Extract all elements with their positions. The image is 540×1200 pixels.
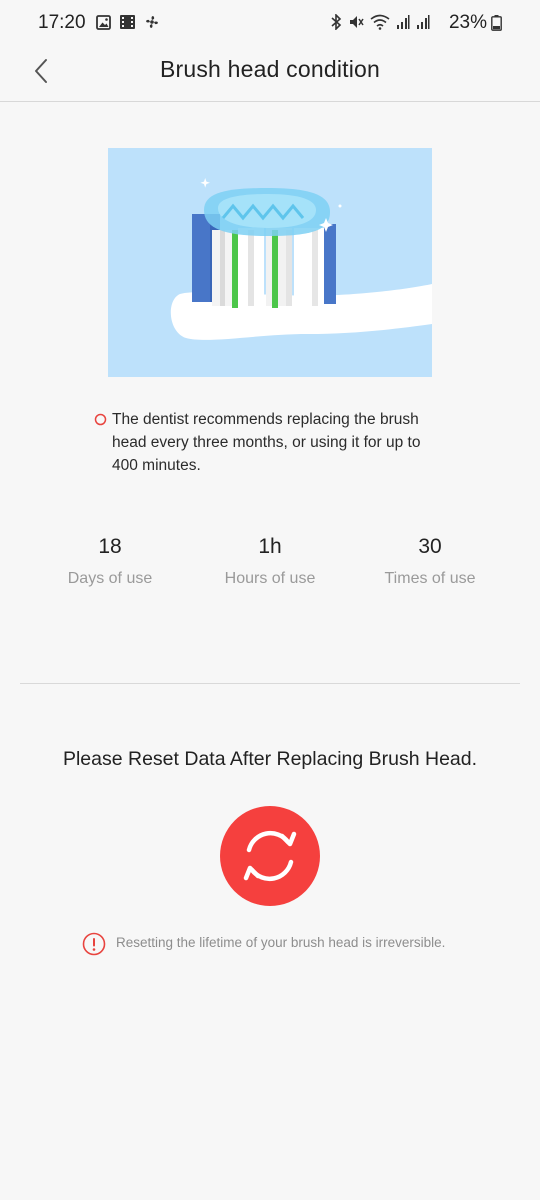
battery-percentage: 23% — [448, 12, 487, 33]
reset-prompt: Please Reset Data After Replacing Brush … — [62, 748, 478, 770]
circle-bullet-icon — [94, 413, 107, 426]
video-icon — [120, 15, 135, 29]
bluetooth-icon — [331, 14, 342, 30]
status-right-icons — [330, 14, 430, 30]
divider — [20, 683, 520, 684]
stat-label: Hours of use — [224, 570, 316, 587]
app-header: Brush head condition — [0, 46, 540, 102]
signal-icon — [397, 15, 410, 29]
stat-value: 1h — [258, 535, 282, 558]
reset-warning: Resetting the lifetime of your brush hea… — [82, 932, 482, 956]
wifi-icon — [370, 14, 390, 30]
gallery-icon — [96, 14, 111, 30]
status-left-icons — [96, 14, 160, 30]
status-time: 17:20 — [38, 12, 86, 33]
warning-text: Resetting the lifetime of your brush hea… — [116, 935, 446, 950]
toothbrush-head-illustration — [108, 148, 432, 377]
stat-hours-of-use: 1h Hours of use — [190, 532, 350, 588]
stat-label: Times of use — [384, 570, 476, 587]
reset-button[interactable] — [220, 806, 320, 906]
status-bar: 17:20 23% — [0, 0, 540, 46]
mute-icon — [350, 16, 364, 28]
stat-days-of-use: 18 Days of use — [30, 532, 190, 588]
refresh-icon — [243, 830, 297, 882]
recommendation-text: The dentist recommends replacing the bru… — [112, 411, 421, 474]
stat-value: 18 — [98, 535, 122, 558]
signal-icon — [417, 15, 430, 29]
stat-value: 30 — [418, 535, 442, 558]
alert-circle-icon — [82, 932, 106, 956]
fan-icon — [146, 16, 158, 28]
stat-label: Days of use — [67, 570, 153, 587]
battery-icon — [491, 15, 502, 31]
page-title: Brush head condition — [159, 56, 381, 82]
usage-stats: 18 Days of use 1h Hours of use 30 Times … — [0, 532, 540, 612]
stat-times-of-use: 30 Times of use — [350, 532, 510, 588]
